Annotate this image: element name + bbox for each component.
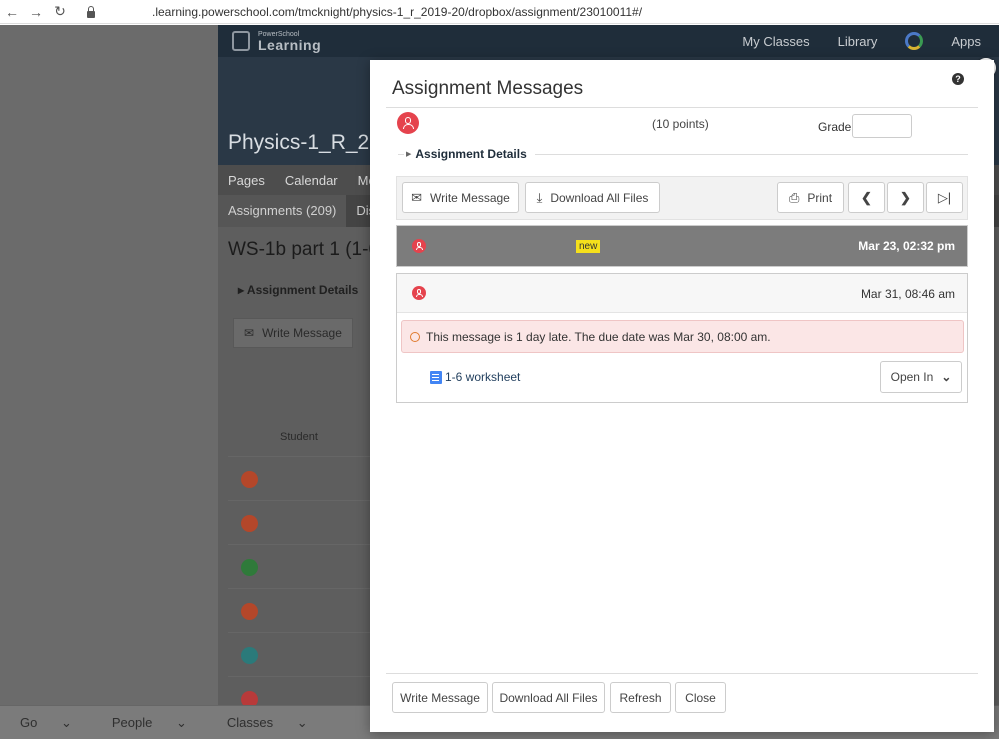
download-icon: ⤓ <box>536 190 543 205</box>
late-notice-text: This message is 1 day late. The due date… <box>426 329 771 344</box>
new-badge: new <box>576 240 601 253</box>
next-button[interactable]: ❯ <box>887 182 924 213</box>
grade-input[interactable] <box>852 114 912 138</box>
student-row[interactable] <box>228 589 370 633</box>
printer-icon: ⎙ <box>788 190 800 205</box>
message-row-selected[interactable]: new Mar 23, 02:32 pm <box>396 225 968 267</box>
divider <box>534 153 968 155</box>
message-item: Mar 31, 08:46 am This message is 1 day l… <box>396 273 968 403</box>
chevron-right-icon: ❯ <box>900 190 911 205</box>
back-arrow-icon[interactable]: ← <box>0 0 24 24</box>
write-message-label: Write Message <box>430 190 510 205</box>
footer-write-message-button[interactable]: Write Message <box>392 682 488 713</box>
google-icon[interactable] <box>905 32 924 50</box>
download-all-files-button[interactable]: ⤓ Download All Files <box>525 182 660 213</box>
powerschool-logo[interactable]: PowerSchool Learning <box>232 31 321 52</box>
address-bar[interactable]: .learning.powerschool.com/tmcknight/phys… <box>86 5 642 19</box>
lock-icon <box>86 5 96 18</box>
last-button[interactable]: ▷| <box>926 182 963 213</box>
student-row[interactable] <box>228 501 370 545</box>
student-column-header[interactable]: Student <box>228 417 370 457</box>
student-row[interactable] <box>228 633 370 677</box>
browser-toolbar: ← → ↻ .learning.powerschool.com/tmcknigh… <box>0 0 999 24</box>
divider <box>398 153 404 155</box>
expand-triangle-icon: ▶ <box>406 151 412 158</box>
tab-pages[interactable]: Pages <box>228 173 265 188</box>
logo-large-text: Learning <box>258 36 322 53</box>
open-in-dropdown[interactable]: Open In ⌄ <box>880 361 962 393</box>
message-date: Mar 31, 08:46 am <box>860 287 955 301</box>
assignment-title: WS-1b part 1 (1-6 <box>228 239 379 260</box>
forward-arrow-icon[interactable]: → <box>24 0 48 24</box>
print-button[interactable]: ⎙ Print <box>777 182 844 213</box>
assignment-details-label: Assignment Details <box>415 147 527 161</box>
logo-mark-icon <box>232 31 250 51</box>
subtab-assignments[interactable]: Assignments (209) <box>218 195 347 227</box>
write-message-button[interactable]: ✉ Write Message <box>402 182 519 213</box>
student-row[interactable] <box>228 677 370 708</box>
student-avatar-icon <box>241 647 258 664</box>
top-navigation: PowerSchool Learning My Classes Library … <box>218 25 999 57</box>
open-in-label: Open In <box>890 370 934 384</box>
write-message-label: Write Message <box>262 326 342 340</box>
assignment-details-toggle[interactable]: ▶ Assignment Details <box>398 142 968 166</box>
message-toolbar: ✉ Write Message ⤓ Download All Files ⎙ P… <box>396 176 968 220</box>
student-avatar-icon <box>397 112 419 134</box>
write-message-button-bg[interactable]: ✉ Write Message <box>233 318 353 348</box>
student-row[interactable] <box>228 457 370 501</box>
footer-download-all-files-button[interactable]: Download All Files <box>492 682 605 713</box>
refresh-button[interactable]: Refresh <box>610 682 671 713</box>
message-header[interactable]: Mar 31, 08:46 am <box>397 274 967 313</box>
envelope-icon: ✉ <box>244 326 255 340</box>
url-text: .learning.powerschool.com/tmcknight/phys… <box>152 4 643 19</box>
grade-label: Grade: <box>818 120 855 134</box>
left-panel <box>0 25 218 705</box>
nav-my-classes[interactable]: My Classes <box>742 34 809 49</box>
google-doc-icon <box>430 370 442 384</box>
assignment-details-toggle[interactable]: ▸ Assignment Details <box>238 283 358 297</box>
nav-apps[interactable]: Apps <box>951 34 981 49</box>
student-avatar-icon <box>241 559 258 576</box>
attachment-link[interactable]: 1-6 worksheet <box>430 370 520 384</box>
close-button[interactable]: Close <box>675 682 726 713</box>
chevron-down-icon: ⌄ <box>941 370 952 384</box>
assignment-details-label: Assignment Details <box>246 283 359 297</box>
tab-calendar[interactable]: Calendar <box>285 173 338 188</box>
bottom-nav-go[interactable]: Go ⌄ <box>10 715 72 731</box>
assignment-messages-modal: Assignment Messages ? (10 points) Grade:… <box>370 60 994 732</box>
student-row[interactable] <box>228 545 370 589</box>
divider <box>386 673 978 674</box>
modal-title: Assignment Messages <box>392 78 584 99</box>
reload-icon[interactable]: ↻ <box>48 0 72 24</box>
student-avatar-icon <box>241 603 258 620</box>
student-avatar-icon <box>241 515 258 532</box>
nav-library[interactable]: Library <box>838 34 878 49</box>
alarm-clock-icon <box>410 331 420 342</box>
sender-avatar-icon <box>412 286 426 300</box>
chevron-left-icon: ❮ <box>861 190 872 205</box>
help-icon[interactable]: ? <box>952 73 964 85</box>
bottom-nav-people[interactable]: People ⌄ <box>102 715 187 731</box>
envelope-icon: ✉ <box>411 190 423 205</box>
sender-avatar-icon <box>412 239 426 253</box>
late-notice: This message is 1 day late. The due date… <box>401 320 964 353</box>
download-all-label: Download All Files <box>550 190 649 205</box>
print-label: Print <box>807 190 833 205</box>
student-avatar-icon <box>241 471 258 488</box>
bottom-nav-classes[interactable]: Classes ⌄ <box>217 715 308 731</box>
modal-body: (10 points) Grade: ▶ Assignment Details … <box>386 108 978 673</box>
points-label: (10 points) <box>652 117 709 131</box>
skip-last-icon: ▷| <box>937 190 952 205</box>
attachment-name: 1-6 worksheet <box>445 370 521 384</box>
message-date: Mar 23, 02:32 pm <box>858 239 955 253</box>
previous-button[interactable]: ❮ <box>848 182 885 213</box>
course-title: Physics-1_R_201 <box>228 131 393 154</box>
